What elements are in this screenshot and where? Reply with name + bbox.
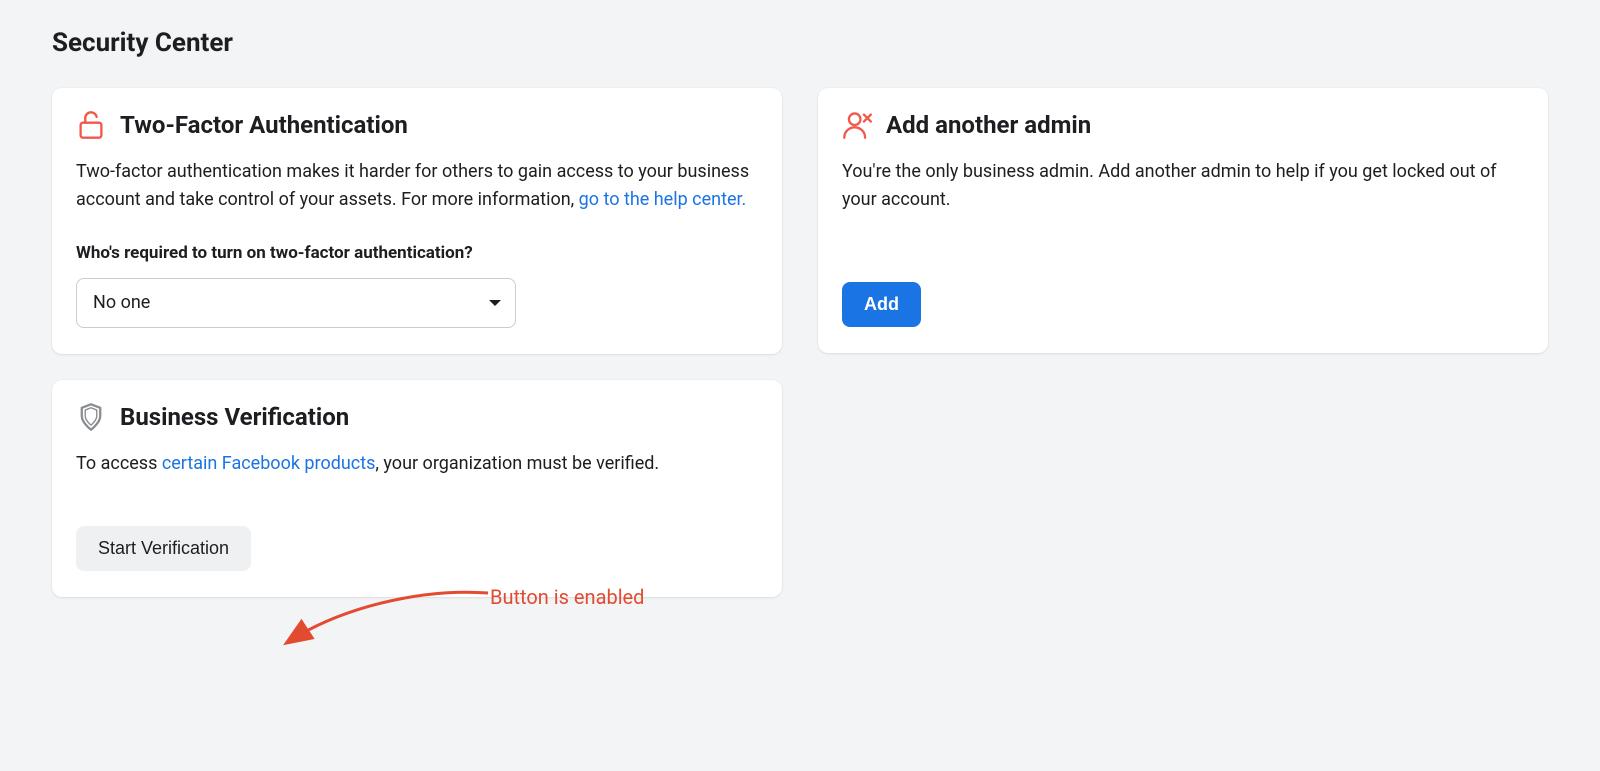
content-columns: Two-Factor Authentication Two-factor aut… (52, 88, 1548, 597)
add-admin-description: You're the only business admin. Add anot… (842, 161, 1497, 210)
two-factor-who-label: Who's required to turn on two-factor aut… (76, 240, 758, 266)
add-admin-card: Add another admin You're the only busine… (818, 88, 1548, 353)
add-user-icon (842, 110, 872, 140)
facebook-products-link[interactable]: certain Facebook products (162, 453, 376, 474)
two-factor-required-select[interactable]: No one (76, 278, 516, 328)
start-verification-button[interactable]: Start Verification (76, 526, 251, 571)
two-factor-card: Two-Factor Authentication Two-factor aut… (52, 88, 782, 354)
help-center-link[interactable]: go to the help center. (579, 189, 747, 210)
annotation-text: Button is enabled (490, 585, 644, 609)
business-verification-desc-post: , your organization must be verified. (375, 453, 659, 474)
two-factor-title: Two-Factor Authentication (120, 111, 408, 139)
shield-icon (76, 402, 106, 432)
add-admin-title: Add another admin (886, 111, 1091, 139)
business-verification-card: Business Verification To access certain … (52, 380, 782, 597)
unlock-icon (76, 110, 106, 140)
page-title: Security Center (52, 28, 1548, 58)
business-verification-desc-pre: To access (76, 453, 162, 474)
business-verification-title: Business Verification (120, 403, 349, 431)
two-factor-select-value: No one (93, 289, 150, 317)
add-admin-button[interactable]: Add (842, 282, 921, 327)
